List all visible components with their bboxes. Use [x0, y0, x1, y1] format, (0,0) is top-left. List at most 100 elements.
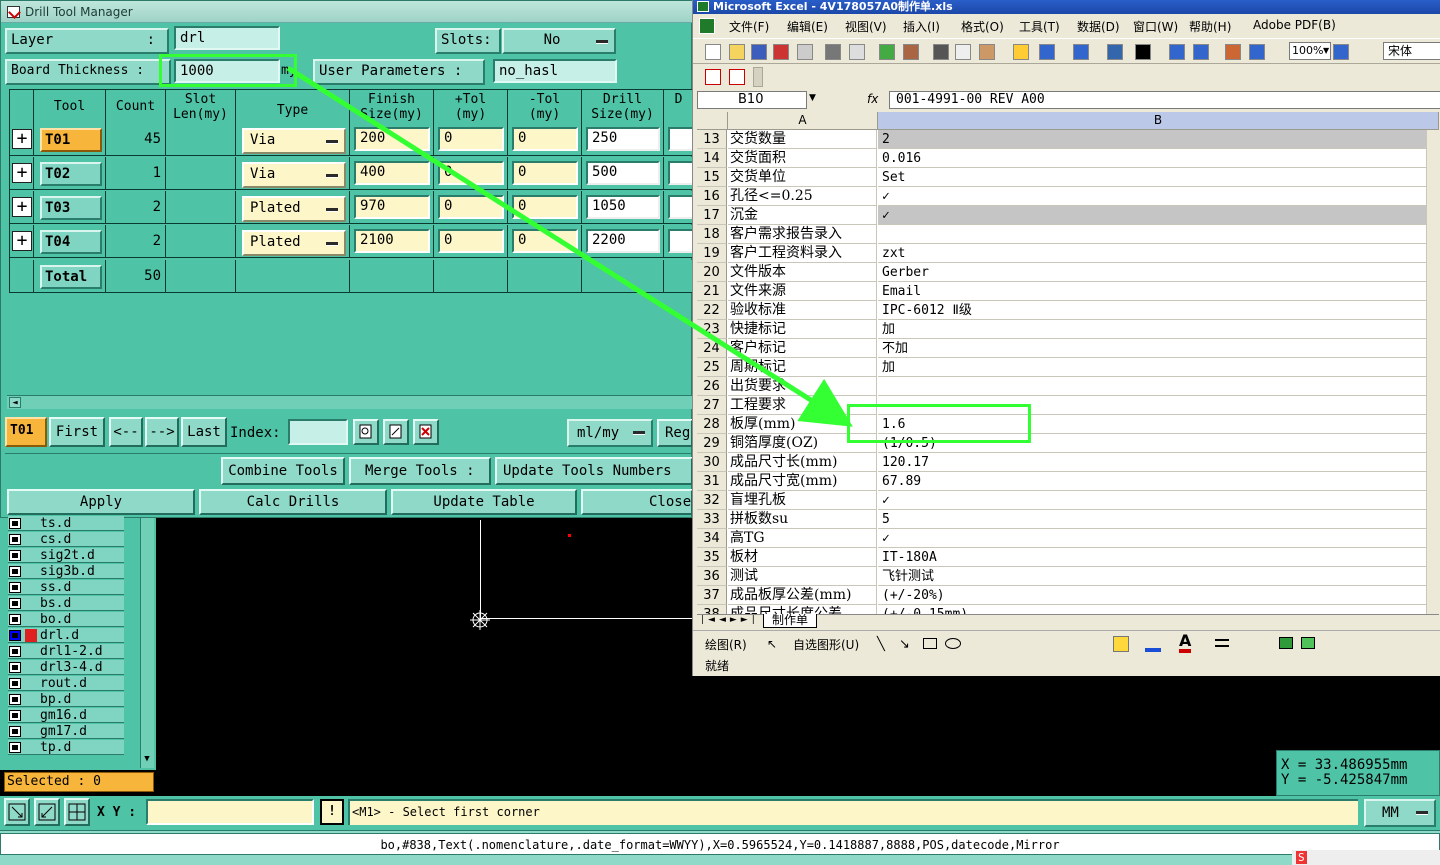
cell-b[interactable]: (+/-0.15mm): [878, 605, 1427, 614]
cell-b[interactable]: 2: [878, 130, 1427, 149]
close-button[interactable]: Close: [581, 489, 693, 515]
cell-a[interactable]: 交货数量: [728, 130, 877, 149]
draw-menu[interactable]: 绘图(R): [705, 636, 747, 653]
menu-item[interactable]: 工具(T): [1019, 18, 1060, 35]
hyperlink-icon[interactable]: [1107, 44, 1123, 60]
cell-b[interactable]: 67.89: [878, 472, 1427, 491]
research-icon[interactable]: [903, 44, 919, 60]
cell-b[interactable]: [878, 377, 1427, 396]
pdf-mail-icon[interactable]: [729, 69, 745, 85]
format-painter-icon[interactable]: [1013, 44, 1029, 60]
index-field[interactable]: [288, 419, 348, 445]
column-header-b[interactable]: B: [878, 112, 1439, 130]
layer-item[interactable]: ts.d: [8, 516, 124, 531]
zoom-chevron-icon[interactable]: ▼: [1323, 42, 1335, 60]
sheet-tab[interactable]: 制作单: [763, 614, 818, 628]
layer-item[interactable]: cs.d: [8, 532, 124, 547]
sort-asc-icon[interactable]: [1169, 44, 1185, 60]
merge-tools-button[interactable]: Merge Tools :: [349, 457, 491, 485]
row-header[interactable]: 27: [697, 396, 727, 415]
minus-tol-field[interactable]: 0: [512, 161, 578, 185]
cell-b[interactable]: 加: [878, 358, 1427, 377]
help-icon[interactable]: [1333, 44, 1349, 60]
print-preview-icon[interactable]: [849, 44, 865, 60]
arrow-icon[interactable]: ↘: [899, 637, 910, 652]
combine-tools-button[interactable]: Combine Tools: [221, 457, 345, 485]
cell-a[interactable]: 沉金: [728, 206, 877, 225]
formula-bar[interactable]: 001-4991-00 REV A00: [889, 91, 1440, 109]
cell-a[interactable]: 周期标记: [728, 358, 877, 377]
layer-item[interactable]: drl1-2.d: [8, 644, 124, 659]
row-header[interactable]: 24: [697, 339, 727, 358]
finish-size-field[interactable]: 970: [354, 195, 430, 219]
select-all-corner[interactable]: [697, 112, 728, 130]
toolbar-options-icon[interactable]: [753, 67, 763, 87]
drill-size-field[interactable]: 250: [586, 127, 660, 151]
menu-item[interactable]: 编辑(E): [787, 18, 828, 35]
tool-button[interactable]: T02: [40, 162, 102, 186]
fill-color-icon[interactable]: [1113, 636, 1129, 652]
row-header[interactable]: 35: [697, 548, 727, 567]
cell-a[interactable]: 孔径<=0.25: [728, 187, 877, 206]
column-header-a[interactable]: A: [728, 112, 878, 130]
row-header[interactable]: 13: [697, 130, 727, 149]
finish-size-field[interactable]: 2100: [354, 229, 430, 253]
autoshape-menu[interactable]: 自选图形(U): [793, 636, 859, 653]
redo-icon[interactable]: [1073, 44, 1089, 60]
first-button[interactable]: First: [49, 417, 105, 447]
cell-b[interactable]: ✓: [878, 206, 1427, 225]
user-parameters-field[interactable]: no_hasl: [493, 59, 617, 83]
layer-field[interactable]: drl: [174, 26, 280, 50]
row-header[interactable]: 17: [697, 206, 727, 225]
shadow-icon[interactable]: [1279, 637, 1293, 649]
edit-icon[interactable]: [383, 419, 409, 445]
cut-icon[interactable]: [933, 44, 949, 60]
cell-b[interactable]: ✓: [878, 491, 1427, 510]
drill-size-field[interactable]: 2200: [586, 229, 660, 253]
expand-plus-icon[interactable]: +: [12, 197, 32, 217]
menu-item[interactable]: 数据(D): [1077, 18, 1120, 35]
prev-button[interactable]: <--: [109, 417, 143, 447]
delete-icon[interactable]: [413, 419, 439, 445]
cell-b[interactable]: 5: [878, 510, 1427, 529]
layer-item[interactable]: bo.d: [8, 612, 124, 627]
row-header[interactable]: 14: [697, 149, 727, 168]
cell-a[interactable]: 出货要求: [728, 377, 877, 396]
cell-a[interactable]: 盲埋孔板: [728, 491, 877, 510]
layer-item[interactable]: bs.d: [8, 596, 124, 611]
drill-size-field[interactable]: 1050: [586, 195, 660, 219]
expand-plus-icon[interactable]: +: [12, 231, 32, 251]
cell-b[interactable]: ✓: [878, 187, 1427, 206]
permission-icon[interactable]: [773, 44, 789, 60]
row-header[interactable]: 33: [697, 510, 727, 529]
layer-item[interactable]: sig3b.d: [8, 564, 124, 579]
save-icon[interactable]: [751, 44, 767, 60]
layer-item[interactable]: gm17.d: [8, 724, 124, 739]
cell-a[interactable]: 成品尺寸长(mm): [728, 453, 877, 472]
minus-tol-field[interactable]: 0: [512, 195, 578, 219]
row-header[interactable]: 19: [697, 244, 727, 263]
layer-scrollbar[interactable]: ▼: [140, 518, 154, 768]
pdf-icon[interactable]: [705, 69, 721, 85]
row-header[interactable]: 18: [697, 225, 727, 244]
layer-checkbox-icon[interactable]: [9, 630, 21, 641]
cell-b[interactable]: 0.016: [878, 149, 1427, 168]
menu-item[interactable]: 帮助(H): [1189, 18, 1231, 35]
layer-checkbox-icon[interactable]: [9, 518, 21, 529]
minus-tol-field[interactable]: 0: [512, 127, 578, 151]
cell-b[interactable]: IT-180A: [878, 548, 1427, 567]
layer-checkbox-icon[interactable]: [9, 598, 21, 609]
finish-size-field[interactable]: 200: [354, 127, 430, 151]
layer-checkbox-icon[interactable]: [9, 582, 21, 593]
print-icon[interactable]: [825, 44, 841, 60]
expand-plus-icon[interactable]: +: [12, 129, 32, 149]
warning-icon[interactable]: !: [320, 799, 344, 825]
cell-b[interactable]: Email: [878, 282, 1427, 301]
layer-item[interactable]: ss.d: [8, 580, 124, 595]
line-color-icon[interactable]: [1145, 636, 1161, 652]
row-header[interactable]: 20: [697, 263, 727, 282]
minus-tol-field[interactable]: 0: [512, 229, 578, 253]
layer-item[interactable]: gm16.d: [8, 708, 124, 723]
3d-icon[interactable]: [1301, 637, 1315, 649]
font-name-field[interactable]: 宋体: [1383, 42, 1440, 60]
